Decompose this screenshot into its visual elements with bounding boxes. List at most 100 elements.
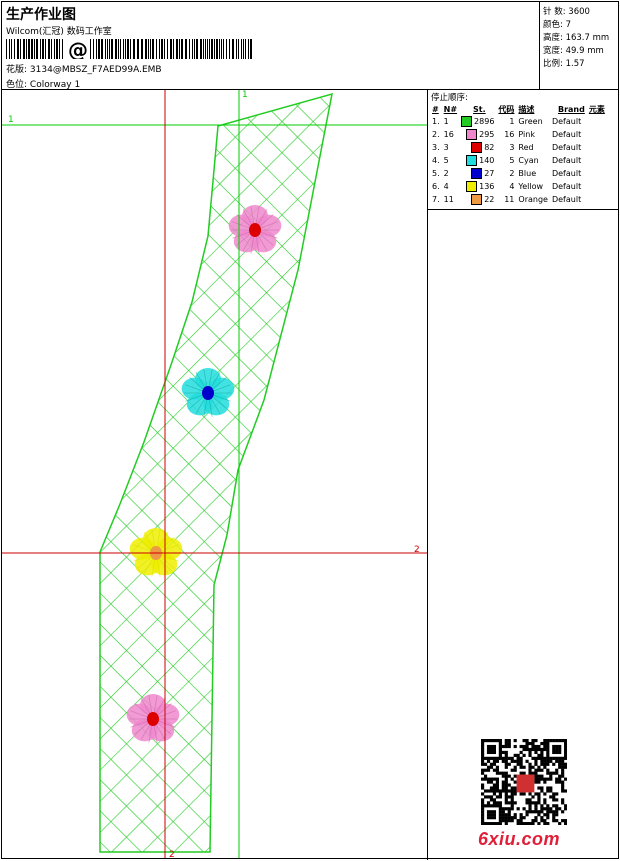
- qr-module: [492, 786, 497, 790]
- stop-cell-code: 2: [509, 169, 515, 178]
- color-swatch: [471, 142, 483, 153]
- qr-module: [504, 750, 508, 755]
- qr-module: [534, 801, 538, 805]
- qr-module: [495, 759, 499, 763]
- qr-module: [543, 822, 547, 825]
- barcode-bar: [42, 39, 44, 59]
- qr-module: [552, 771, 556, 775]
- qr-module: [498, 792, 502, 796]
- qr-module: [543, 801, 547, 805]
- qr-module: [558, 774, 562, 778]
- qr-module: [555, 807, 559, 811]
- stop-cell-idx: 6.: [432, 182, 440, 191]
- qr-module: [552, 819, 556, 823]
- qr-module: [519, 762, 523, 766]
- qr-module: [483, 756, 488, 760]
- qr-module: [516, 807, 520, 811]
- barcode-bar: [56, 39, 58, 59]
- site-logo[interactable]: 6xiu.com: [478, 829, 560, 850]
- qr-module: [504, 792, 508, 796]
- qr-module: [504, 807, 508, 811]
- qr-module: [489, 762, 494, 766]
- barcode-bar: [245, 39, 246, 59]
- qr-module: [546, 759, 550, 763]
- qr-module: [501, 813, 505, 817]
- qr-module: [561, 819, 565, 823]
- stop-cell-code: 3: [509, 143, 515, 152]
- qr-module: [492, 762, 497, 766]
- qr-module: [555, 759, 559, 763]
- qr-module: [534, 759, 538, 763]
- barcode-bar: [93, 39, 94, 59]
- qr-module: [498, 822, 502, 825]
- qr-module: [537, 786, 541, 790]
- qr-module: [540, 810, 544, 814]
- barcode-bar: [45, 39, 46, 59]
- qr-module: [552, 810, 556, 814]
- qr-module: [534, 744, 538, 749]
- stop-row: 6. 4 136 4 Yellow Default: [430, 180, 607, 193]
- qr-module: [561, 762, 565, 766]
- qr-module: [489, 810, 494, 814]
- barcode-bar: [214, 39, 215, 59]
- qr-module: [537, 798, 541, 802]
- barcode-bar: [189, 39, 190, 59]
- qr-module: [492, 798, 497, 802]
- barcode-bar: [133, 39, 135, 59]
- qr-module: [513, 739, 517, 743]
- barcode-bar: [40, 39, 41, 59]
- qr-module: [537, 765, 541, 769]
- qr-module: [504, 753, 508, 757]
- qr-module: [513, 765, 517, 769]
- qr-module: [481, 822, 485, 825]
- qr-module: [486, 739, 491, 743]
- stop-cell-desc: Blue: [518, 169, 537, 178]
- qr-module: [510, 819, 514, 823]
- qr-module: [495, 771, 499, 775]
- barcode-bar: [248, 39, 249, 59]
- qr-module: [507, 813, 511, 817]
- qr-module: [558, 822, 562, 825]
- qr-module: [552, 744, 556, 749]
- qr-module: [513, 774, 517, 778]
- qr-module: [546, 768, 550, 772]
- qr-module: [519, 765, 523, 769]
- stop-cell-code: 16: [504, 130, 515, 139]
- header-panel: 生产作业图 Wilcom(汇冠) 数码工作室 @ 花版: 3134@MBSZ_F…: [2, 2, 540, 90]
- qr-module: [519, 822, 523, 825]
- qr-module: [492, 810, 497, 814]
- qr-module: [504, 780, 508, 784]
- qr-module: [495, 768, 499, 772]
- barcode-bar: [205, 39, 206, 59]
- qr-module: [489, 795, 494, 799]
- qr-module: [501, 789, 505, 793]
- qr-module: [528, 810, 532, 814]
- qr-module: [546, 741, 550, 746]
- qr-module: [495, 822, 499, 825]
- qr-code[interactable]: [481, 739, 567, 825]
- stop-cell-desc: Cyan: [518, 156, 539, 165]
- qr-module: [546, 750, 550, 755]
- qr-module: [534, 756, 538, 760]
- stitch-count: 82: [484, 143, 495, 152]
- qr-module: [504, 819, 508, 823]
- qr-module: [516, 822, 520, 825]
- qr-module: [552, 798, 556, 802]
- qr-module: [534, 762, 538, 766]
- barcode-bar: [17, 39, 19, 59]
- stat-width: 宽度: 49.9 mm: [543, 46, 604, 56]
- qr-module: [540, 777, 544, 781]
- studio-name: Wilcom(汇冠) 数码工作室: [6, 27, 112, 37]
- qr-module: [498, 771, 502, 775]
- flower-center: [249, 223, 261, 237]
- barcode-bar: [229, 39, 230, 59]
- qr-module: [531, 756, 535, 760]
- qr-module: [492, 816, 497, 820]
- qr-module: [540, 762, 544, 766]
- qr-module: [537, 774, 541, 778]
- stop-cell-n: 5: [443, 156, 449, 165]
- qr-module: [492, 759, 497, 763]
- barcode-bar: [31, 39, 33, 59]
- qr-module: [528, 792, 532, 796]
- qr-module: [492, 747, 497, 752]
